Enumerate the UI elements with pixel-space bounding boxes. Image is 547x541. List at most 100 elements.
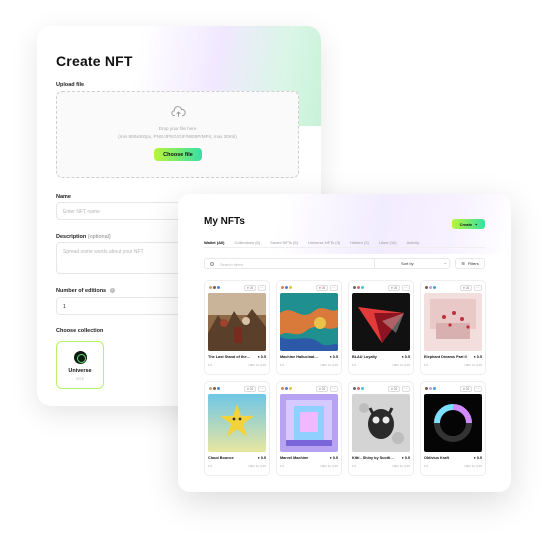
nft-artwork[interactable] — [208, 293, 266, 351]
nft-card[interactable]: ♥ 26 ··· Marvel Machine ♦ 0.5 1/1 Offer for 0… — [276, 381, 342, 476]
nft-offer: Offer for 0.25 — [464, 363, 482, 367]
my-nfts-panel: My NFTs Create + Wallet (All) Collection… — [178, 194, 511, 492]
nft-offer: Offer for 0.25 — [320, 363, 338, 367]
choose-file-button[interactable]: Choose file — [154, 148, 202, 161]
nft-offer: Offer for 0.25 — [392, 363, 410, 367]
like-button[interactable]: ♥ 26 — [460, 284, 472, 291]
universe-logo-icon — [74, 351, 87, 364]
nft-price-value: 0.5 — [332, 456, 338, 460]
nft-card-header: ♥ 26 ··· — [424, 385, 482, 392]
like-button[interactable]: ♥ 26 — [244, 385, 256, 392]
search-icon — [210, 262, 214, 266]
avatar[interactable] — [360, 285, 365, 290]
heart-icon: ♥ — [318, 285, 321, 290]
more-options-icon[interactable]: ··· — [257, 385, 266, 392]
nft-card[interactable]: ♥ 26 ··· Oblivius Kraft ♦ 0.5 1/1 Offer for 0… — [420, 381, 486, 476]
nft-price: ♦ 0.5 — [401, 456, 410, 460]
owner-avatars — [352, 386, 365, 391]
avatar[interactable] — [288, 285, 293, 290]
filters-button[interactable]: ☰ Filters — [455, 258, 485, 269]
nft-title: Marvel Machine — [280, 456, 309, 460]
heart-icon: ♥ — [246, 285, 249, 290]
more-options-icon[interactable]: ··· — [473, 284, 482, 291]
nft-edition: 1/1 — [280, 464, 285, 468]
nft-artwork[interactable] — [352, 293, 410, 351]
page-title: Create NFT — [56, 53, 133, 69]
nft-artwork[interactable] — [352, 394, 410, 452]
upload-label: Upload file — [56, 82, 85, 88]
nft-edition: 1/1 — [208, 464, 213, 468]
nft-price: ♦ 0.5 — [473, 355, 482, 359]
nft-title: BLAU Loyalty — [352, 355, 377, 359]
owner-avatars — [280, 386, 293, 391]
upload-hint: Drop your file here — [158, 126, 197, 131]
like-button[interactable]: ♥ 26 — [316, 284, 328, 291]
upload-dropzone[interactable]: Drop your file here (min 800x800px, PNG/… — [56, 91, 299, 178]
more-options-icon[interactable]: ··· — [329, 385, 338, 392]
nft-card[interactable]: ♥ 26 ··· Kitti - Shiny by Scottie… ♦ 0.5 1/1… — [348, 381, 414, 476]
cloud-upload-icon — [171, 106, 186, 117]
search-placeholder: Search items — [220, 262, 244, 267]
nft-card-header: ♥ 26 ··· — [352, 284, 410, 291]
nft-card-header: ♥ 26 ··· — [352, 385, 410, 392]
nft-price-value: 0.5 — [476, 456, 482, 460]
like-button[interactable]: ♥ 26 — [244, 284, 256, 291]
nft-edition: 1/1 — [280, 363, 285, 367]
nft-edition: 1/1 — [352, 464, 357, 468]
plus-icon: + — [475, 221, 478, 227]
more-options-icon[interactable]: ··· — [401, 385, 410, 392]
name-label: Name — [56, 194, 71, 200]
nft-price-value: 0.5 — [404, 355, 410, 359]
like-count: 26 — [321, 386, 326, 391]
like-button[interactable]: ♥ 26 — [388, 284, 400, 291]
nft-grid: ♥ 26 ··· The Last Stand of the… ♦ 0.5 1/1 Off… — [204, 280, 486, 476]
like-button[interactable]: ♥ 26 — [460, 385, 472, 392]
owner-avatars — [280, 285, 293, 290]
more-options-icon[interactable]: ··· — [473, 385, 482, 392]
heart-icon: ♥ — [462, 285, 465, 290]
avatar[interactable] — [432, 285, 437, 290]
create-button[interactable]: Create + — [452, 219, 485, 229]
nft-price: ♦ 0.5 — [329, 456, 338, 460]
avatar[interactable] — [360, 386, 365, 391]
editions-label-text: Number of editions — [56, 288, 107, 294]
nft-artwork[interactable] — [208, 394, 266, 452]
nft-card[interactable]: ♥ 26 ··· Cloud Bounce ♦ 0.5 1/1 Offer for 0.2… — [204, 381, 270, 476]
more-options-icon[interactable]: ··· — [257, 284, 266, 291]
like-count: 26 — [249, 386, 254, 391]
nft-card[interactable]: ♥ 26 ··· BLAU Loyalty ♦ 0.5 1/1 Offer for 0.2… — [348, 280, 414, 375]
owner-avatars — [424, 285, 437, 290]
heart-icon: ♥ — [390, 285, 393, 290]
nft-offer: Offer for 0.25 — [392, 464, 410, 468]
like-button[interactable]: ♥ 26 — [388, 385, 400, 392]
nft-card[interactable]: ♥ 26 ··· Elephant Dreams Part II ♦ 0.5 1/1 Of… — [420, 280, 486, 375]
collection-symbol: XYZ — [76, 376, 84, 381]
more-options-icon[interactable]: ··· — [329, 284, 338, 291]
nft-offer: Offer for 0.25 — [464, 464, 482, 468]
avatar[interactable] — [216, 285, 221, 290]
like-button[interactable]: ♥ 26 — [316, 385, 328, 392]
nft-offer: Offer for 0.25 — [248, 363, 266, 367]
create-button-label: Create — [459, 221, 473, 227]
nft-artwork[interactable] — [280, 293, 338, 351]
nft-card[interactable]: ♥ 26 ··· The Last Stand of the… ♦ 0.5 1/1 Off… — [204, 280, 270, 375]
upload-requirements: (min 800x800px, PNG/JPEG/GIF/WEBP/MP4, m… — [118, 134, 237, 139]
more-options-icon[interactable]: ··· — [401, 284, 410, 291]
info-icon[interactable]: i — [109, 288, 115, 294]
nft-edition: 1/1 — [424, 464, 429, 468]
optional-text: (optional) — [87, 234, 111, 240]
nft-artwork[interactable] — [424, 394, 482, 452]
avatar[interactable] — [288, 386, 293, 391]
collection-card[interactable]: Universe XYZ — [56, 341, 104, 389]
nft-price-value: 0.5 — [404, 456, 410, 460]
sort-dropdown[interactable]: Sort by ⌄ — [374, 258, 450, 269]
avatar[interactable] — [432, 386, 437, 391]
nft-card-header: ♥ 26 ··· — [424, 284, 482, 291]
chevron-down-icon: ⌄ — [443, 260, 447, 265]
avatar[interactable] — [216, 386, 221, 391]
nft-artwork[interactable] — [424, 293, 482, 351]
owner-avatars — [352, 285, 365, 290]
nft-card[interactable]: ♥ 26 ··· Machine Hallucinat… ♦ 0.5 1/1 Offer … — [276, 280, 342, 375]
heart-icon: ♥ — [462, 386, 465, 391]
nft-artwork[interactable] — [280, 394, 338, 452]
